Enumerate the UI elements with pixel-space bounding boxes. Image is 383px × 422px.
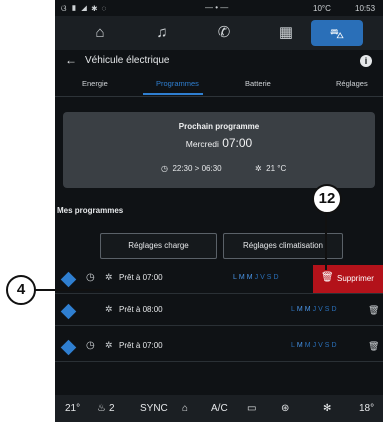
climate-icon: ✲ (105, 304, 113, 314)
callout-4-leader (33, 289, 103, 291)
callout-4: 4 (6, 275, 36, 305)
next-program-datetime: Mercredi 07:00 (63, 136, 375, 150)
day-letter: M (296, 306, 305, 313)
right-temperature[interactable]: 18° (359, 403, 374, 414)
outside-temperature: 10°C (313, 4, 331, 13)
climate-icon: ✲ (105, 340, 113, 350)
ac-button[interactable]: A/C (211, 403, 228, 414)
seat-heat-level: 2 (109, 403, 115, 414)
day-letter: M (238, 274, 247, 281)
back-arrow-icon[interactable]: ← (65, 53, 77, 67)
day-letter: D (331, 342, 339, 349)
program-row[interactable]: ◷ ✲ Prêt à 07:00 LMMJVSD 🗑 (55, 333, 383, 362)
left-temperature[interactable]: 21° (65, 403, 80, 414)
program-toggle[interactable] (60, 271, 77, 288)
programs-section-title: Mes programmes (57, 206, 124, 215)
tab-energie[interactable]: Energie (82, 79, 108, 88)
tab-bar: Energie Programmes Batterie Réglages (55, 74, 383, 97)
tab-programmes[interactable]: Programmes (156, 79, 199, 88)
delete-label: Supprimer (337, 274, 374, 283)
day-letter: M (246, 274, 255, 281)
day-letter: V (318, 342, 325, 349)
day-letter: V (260, 274, 267, 281)
trash-icon: 🗑 (321, 272, 334, 283)
callout-12-leader (325, 212, 327, 270)
car-icon: ⛍ (329, 25, 345, 41)
next-program-title: Prochain programme (178, 122, 260, 131)
tab-reglages[interactable]: Réglages (336, 79, 368, 88)
program-days: LMMJVSD (233, 274, 281, 281)
day-letter: M (304, 306, 313, 313)
program-toggle[interactable] (60, 303, 77, 320)
program-label: Prêt à 07:00 (119, 273, 163, 282)
program-label: Prêt à 08:00 (119, 305, 163, 314)
next-program-day: Mercredi (185, 139, 219, 149)
page-title: Véhicule électrique (85, 55, 170, 66)
callout-12: 12 (312, 184, 342, 214)
status-icons: ଓ ▮ ◢ ✱ ◌ (61, 4, 108, 13)
delete-program-button[interactable]: 🗑 Supprimer (313, 265, 383, 293)
status-handle: — • — (205, 3, 229, 12)
day-letter: M (296, 342, 305, 349)
next-program-card: Prochain programme Mercredi 07:00 ◷ 22:3… (63, 112, 375, 188)
program-days: LMMJVSD (291, 342, 339, 349)
charge-range-value: 22:30 > 06:30 (172, 164, 222, 173)
day-letter: V (318, 306, 325, 313)
trash-icon[interactable]: 🗑 (368, 305, 379, 316)
windshield-defrost-icon[interactable]: ⌂ (182, 403, 188, 414)
program-label: Prêt à 07:00 (119, 341, 163, 350)
charge-range: ◷ 22:30 > 06:30 (161, 164, 222, 173)
climate-icon: ✲ (105, 272, 113, 282)
clock-icon: ◷ (161, 164, 168, 173)
climate-temperature-value: 21 °C (266, 164, 287, 173)
program-days: LMMJVSD (291, 306, 339, 313)
day-letter: D (273, 274, 281, 281)
tab-batterie[interactable]: Batterie (245, 79, 271, 88)
steering-heat-icon[interactable]: ⊛ (281, 403, 289, 414)
climate-icon: ✲ (255, 164, 262, 173)
charge-settings-button[interactable]: Réglages charge (100, 233, 217, 259)
day-letter: D (331, 306, 339, 313)
music-icon[interactable]: ♫ (151, 23, 173, 43)
trash-icon[interactable]: 🗑 (368, 341, 379, 352)
active-tab-indicator (143, 93, 203, 95)
top-nav: ⌂ ♫ ✆ ▦ ⛍ (55, 16, 383, 50)
home-icon[interactable]: ⌂ (89, 23, 111, 43)
program-toggle[interactable] (60, 339, 77, 356)
next-program-time: 07:00 (222, 136, 253, 150)
apps-icon[interactable]: ▦ (275, 23, 297, 43)
climate-temperature: ✲ 21 °C (255, 164, 286, 173)
sync-button[interactable]: SYNC (140, 403, 168, 414)
clock-time: 10:53 (355, 4, 376, 13)
phone-icon[interactable]: ✆ (213, 23, 235, 43)
rear-defrost-icon[interactable]: ▭ (247, 403, 256, 414)
program-row[interactable]: ✲ Prêt à 08:00 LMMJVSD 🗑 (55, 297, 383, 326)
climate-bar: 21° ♨ 2 SYNC ⌂ A/C ▭ ⊛ ✻ 18° (55, 395, 383, 422)
fan-icon[interactable]: ✻ (323, 403, 331, 414)
seat-heat-icon[interactable]: ♨ (97, 403, 106, 414)
clock-icon: ◷ (86, 272, 95, 283)
nav-vehicle-active[interactable]: ⛍ (311, 20, 363, 46)
info-icon[interactable]: i (360, 55, 372, 67)
title-bar: ← Véhicule électrique i (55, 50, 383, 72)
clock-icon: ◷ (86, 340, 95, 351)
day-letter: M (304, 342, 313, 349)
